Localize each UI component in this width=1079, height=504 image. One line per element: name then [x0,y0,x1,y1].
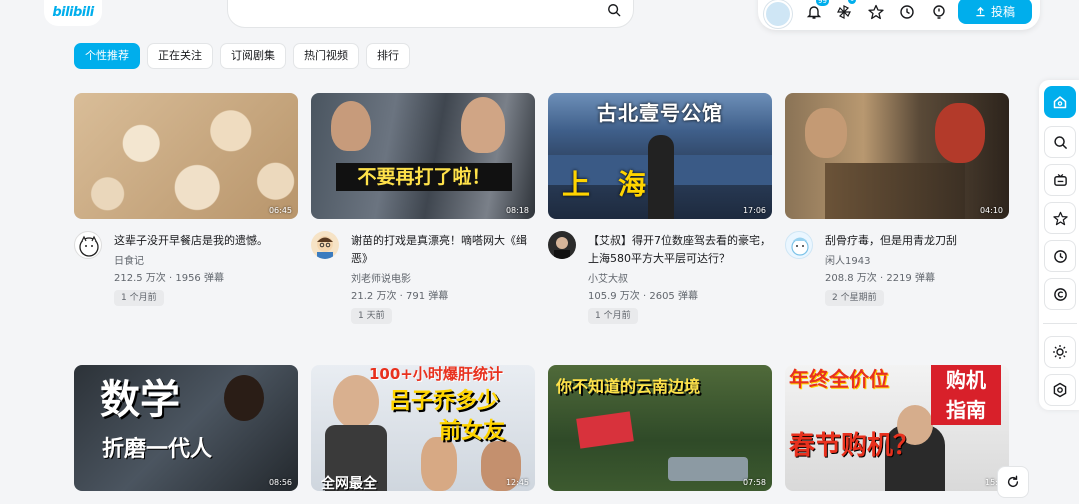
duration-label: 17:06 [742,206,766,215]
creator-button[interactable] [1044,278,1076,310]
video-card[interactable]: 数学 折磨一代人 08:56 [74,365,298,491]
uploader-avatar[interactable] [311,231,339,259]
search-icon [1053,135,1067,149]
feed-tabs: 个性推荐 正在关注 订阅剧集 热门视频 排行 [74,43,410,69]
tv-icon [1053,173,1067,186]
duration-label: 04:10 [979,206,1003,215]
thumbnail-caption: 数学 [100,377,180,423]
publish-time: 2 个星期前 [825,290,884,306]
thumbnail-subcaption: 折磨一代人 [102,437,213,462]
history-icon [1053,249,1067,263]
uploader-avatar[interactable] [74,231,102,259]
video-stats: 21.2 万次 · 791 弹幕 [351,291,449,302]
video-card[interactable]: 不要再打了啦！ 08:18 谢苗的打戏是真漂亮！嘀嗒网大《缉恶》 刘老师说电影 … [311,93,535,324]
lightbulb-icon[interactable] [931,4,947,20]
c-icon [1053,287,1067,301]
gear-icon [1053,382,1067,398]
uploader-name[interactable]: 刘老师说电影 [351,270,535,285]
video-thumbnail[interactable]: 你不知道的云南边境 07:58 [548,365,772,491]
tv-button[interactable] [1044,164,1076,196]
search-button[interactable] [1044,126,1076,158]
upload-icon [976,6,985,16]
video-thumbnail[interactable]: 06:45 [74,93,298,219]
video-thumbnail[interactable]: 年终全价位 购机 指南 春节购机？ 15:3 [785,365,1009,491]
video-title[interactable]: 谢苗的打戏是真漂亮！嘀嗒网大《缉恶》 [351,232,535,268]
video-card[interactable]: 06:45 这辈子没开早餐店是我的遗憾。 日食记 212.5 万次 · 1956… [74,93,298,306]
sidebar-divider [1043,323,1077,324]
uploader-name[interactable]: 小艾大叔 [588,270,772,285]
video-title[interactable]: 【艾叔】得开7位数座驾去看的豪宅，上海580平方大平层可达行？ [588,232,772,268]
uploader-name[interactable]: 日食记 [114,252,298,267]
video-stats: 105.9 万次 · 2605 弹幕 [588,291,698,302]
thumbnail-subcaption: 全网最全 [321,476,377,491]
video-title[interactable]: 刮骨疗毒，但是用青龙刀刮 [825,232,1009,250]
thumbnail-box-caption: 指南 [931,395,1001,425]
tab-popular[interactable]: 热门视频 [293,43,359,69]
search-box[interactable] [227,0,634,28]
video-stats: 212.5 万次 · 1956 弹幕 [114,273,224,284]
video-stats: 208.8 万次 · 2219 弹幕 [825,273,935,284]
theme-button[interactable] [1044,336,1076,368]
thumbnail-box-caption: 购机 [931,365,1001,395]
favorites-button[interactable] [1044,202,1076,234]
duration-label: 07:58 [742,478,766,487]
thumbnail-subcaption: 前女友 [439,419,506,444]
home-icon [1053,96,1067,109]
user-avatar[interactable] [764,0,792,28]
settings-button[interactable] [1044,374,1076,406]
thumbnail-caption: 不要再打了啦！ [336,163,512,191]
video-card[interactable]: 年终全价位 购机 指南 春节购机？ 15:3 [785,365,1009,491]
video-thumbnail[interactable]: 数学 折磨一代人 08:56 [74,365,298,491]
thumbnail-caption: 年终全价位 [789,367,889,391]
publish-time: 1 天前 [351,308,392,324]
duration-label: 06:45 [268,206,292,215]
thumbnail-subcaption: 吕子乔多少 [389,389,500,414]
upload-button[interactable]: 投稿 [958,0,1032,24]
publish-time: 1 个月前 [588,308,638,324]
thumbnail-subcaption: 春节购机？ [789,431,920,461]
right-sidebar [1039,80,1079,410]
video-card[interactable]: 古北壹号公馆 上 海 17:06 【艾叔】得开7位数座驾去看的豪宅，上海580平… [548,93,772,324]
video-thumbnail[interactable]: 100+小时爆肝统计 吕子乔多少 前女友 全网最全 12:45 [311,365,535,491]
publish-time: 1 个月前 [114,290,164,306]
bell-icon[interactable] [806,4,822,20]
tab-ranking[interactable]: 排行 [366,43,410,69]
dynamic-badge: 1 [848,0,856,4]
tab-recommend[interactable]: 个性推荐 [74,43,140,69]
home-button[interactable] [1044,86,1076,118]
video-card[interactable]: 你不知道的云南边境 07:58 [548,365,772,491]
video-card[interactable]: 04:10 刮骨疗毒，但是用青龙刀刮 闲人1943 208.8 万次 · 221… [785,93,1009,306]
notification-badge: 99 [816,0,829,6]
star-icon [1052,211,1068,225]
bilibili-logo[interactable]: bilibili [44,0,102,26]
thumbnail-caption: 你不知道的云南边境 [556,377,701,396]
video-thumbnail[interactable]: 04:10 [785,93,1009,219]
thumbnail-caption: 100+小时爆肝统计 [369,365,503,383]
video-thumbnail[interactable]: 古北壹号公馆 上 海 17:06 [548,93,772,219]
duration-label: 08:18 [505,206,529,215]
video-thumbnail[interactable]: 不要再打了啦！ 08:18 [311,93,535,219]
tab-following[interactable]: 正在关注 [147,43,213,69]
search-icon[interactable] [607,3,621,17]
tab-subscribed-series[interactable]: 订阅剧集 [220,43,286,69]
video-title[interactable]: 这辈子没开早餐店是我的遗憾。 [114,232,298,250]
pinwheel-icon[interactable] [836,4,852,20]
refresh-button[interactable] [997,466,1029,498]
uploader-avatar[interactable] [548,231,576,259]
star-icon[interactable] [868,4,884,20]
uploader-name[interactable]: 闲人1943 [825,252,1009,267]
header-actions: 99 1 投稿 [758,0,1040,30]
history-icon[interactable] [899,4,915,20]
video-card[interactable]: 100+小时爆肝统计 吕子乔多少 前女友 全网最全 12:45 [311,365,535,491]
sun-icon [1053,345,1067,359]
duration-label: 08:56 [268,478,292,487]
refresh-icon [1007,475,1019,488]
duration-label: 12:45 [505,478,529,487]
history-button[interactable] [1044,240,1076,272]
thumbnail-caption: 古北壹号公馆 [597,101,723,125]
uploader-avatar[interactable] [785,231,813,259]
